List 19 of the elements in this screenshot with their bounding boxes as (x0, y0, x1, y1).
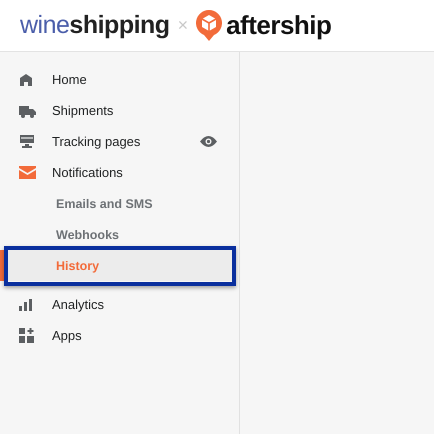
nav-item[interactable]: Shipments (0, 95, 239, 126)
nav-subitem[interactable]: Webhooks (0, 219, 239, 250)
eye-icon[interactable] (200, 136, 217, 147)
monitor-icon (19, 134, 35, 149)
separator-text: × (178, 15, 188, 36)
brand-logo: wineshipping (20, 13, 170, 38)
pin-box-icon (196, 10, 222, 41)
nav-subitem[interactable]: Emails and SMS (0, 188, 239, 219)
apps-icon (19, 328, 34, 343)
nav-item[interactable]: Tracking pages (0, 126, 239, 157)
nav-item[interactable]: Home (0, 64, 239, 95)
bar-chart-icon (19, 298, 32, 310)
nav-item[interactable]: Notifications (0, 157, 239, 188)
truck-icon (19, 104, 36, 118)
partner-logo: aftership (226, 10, 332, 41)
envelope-icon (19, 166, 36, 179)
nav-item[interactable]: Apps (0, 320, 239, 351)
nav-item[interactable]: Analytics (0, 289, 239, 320)
home-icon (19, 72, 33, 86)
